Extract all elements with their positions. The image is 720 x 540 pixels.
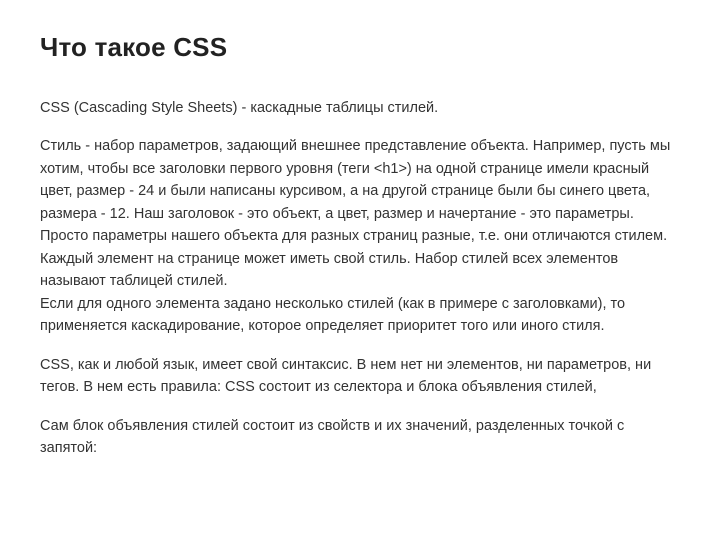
paragraph-style-definition: Стиль - набор параметров, задающий внешн… — [40, 135, 680, 247]
paragraph-syntax: CSS, как и любой язык, имеет свой синтак… — [40, 354, 680, 399]
paragraph-intro: CSS (Cascading Style Sheets) - каскадные… — [40, 97, 680, 119]
paragraph-style-table: Каждый элемент на странице может иметь с… — [40, 248, 680, 293]
page-title: Что такое CSS — [40, 32, 680, 63]
paragraph-cascading: Если для одного элемента задано нескольк… — [40, 293, 680, 338]
paragraph-declaration-block: Сам блок объявления стилей состоит из св… — [40, 415, 680, 460]
